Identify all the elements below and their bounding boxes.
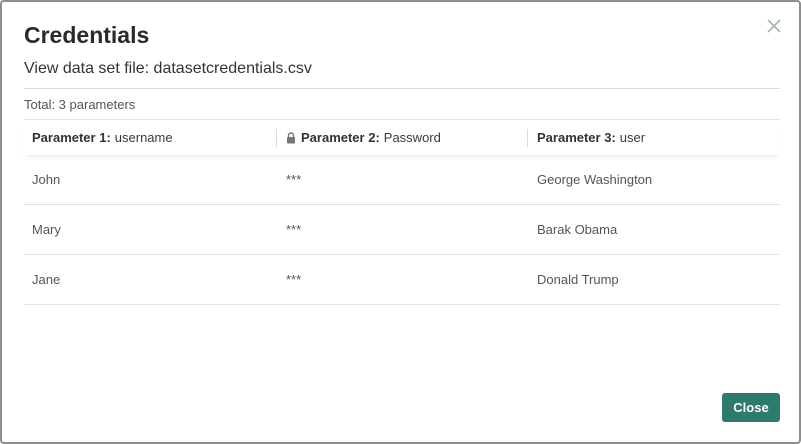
column-header-prefix: Parameter 2: xyxy=(301,130,380,145)
column-header-3[interactable]: Parameter 3: user xyxy=(527,120,780,155)
divider xyxy=(24,88,780,89)
column-separator xyxy=(527,129,528,147)
table-header: Parameter 1: username Parameter 2: Passw… xyxy=(24,119,780,155)
column-header-prefix: Parameter 3: xyxy=(537,130,616,145)
table-cell: Jane xyxy=(32,272,61,287)
table-cell: Barak Obama xyxy=(537,222,618,237)
table-cell: John xyxy=(32,172,61,187)
table-cell: *** xyxy=(286,222,302,237)
credentials-dialog: Credentials View data set file: datasetc… xyxy=(0,0,801,444)
table-cell: Donald Trump xyxy=(537,272,619,287)
column-header-name: user xyxy=(619,130,646,145)
column-separator xyxy=(276,129,277,147)
lock-icon xyxy=(287,131,295,143)
table-row: John *** George Washington xyxy=(24,155,780,205)
column-header-prefix: Parameter 1: xyxy=(32,130,111,145)
total-count: Total: 3 parameters xyxy=(24,97,136,112)
table-cell: Mary xyxy=(32,222,61,237)
close-icon[interactable] xyxy=(763,15,785,37)
table-cell: *** xyxy=(286,172,302,187)
table-cell: *** xyxy=(286,272,302,287)
column-header-name: Password xyxy=(383,130,441,145)
table-row: Mary *** Barak Obama xyxy=(24,205,780,255)
parameters-table: Parameter 1: username Parameter 2: Passw… xyxy=(24,119,780,305)
column-header-name: username xyxy=(114,130,173,145)
column-header-2[interactable]: Parameter 2: Password xyxy=(276,120,527,155)
column-header-1[interactable]: Parameter 1: username xyxy=(24,120,276,155)
dialog-subtitle: View data set file: datasetcredentials.c… xyxy=(24,60,312,77)
dialog-title: Credentials xyxy=(24,22,150,48)
close-button[interactable]: Close xyxy=(722,393,780,422)
table-row: Jane *** Donald Trump xyxy=(24,255,780,305)
table-cell: George Washington xyxy=(537,172,653,187)
